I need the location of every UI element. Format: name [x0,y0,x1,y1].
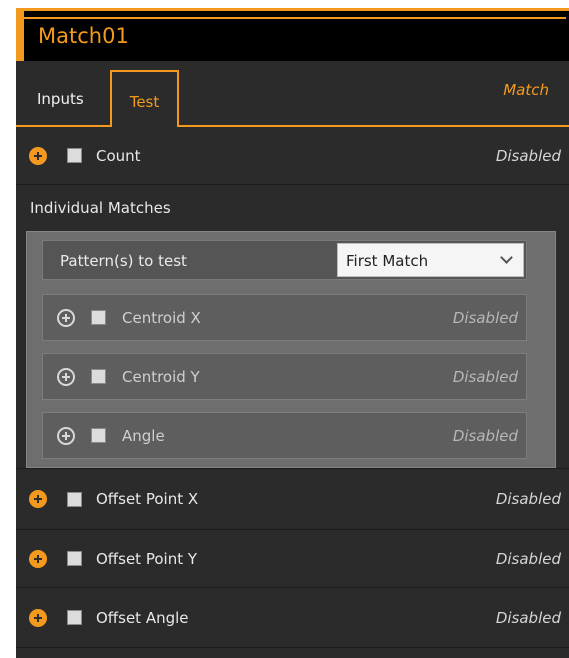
centroid-y-status: Disabled [452,367,518,386]
individual-matches-header: Individual Matches [16,185,569,231]
chevron-down-icon [500,251,513,264]
angle-checkbox[interactable] [91,428,106,443]
individual-matches-group: Pattern(s) to test First Match Centroid … [26,231,556,468]
offset-point-x-checkbox[interactable] [67,491,82,507]
offset-angle-checkbox[interactable] [67,610,82,625]
centroid-x-label: Centroid X [122,308,201,327]
offset-point-y-checkbox[interactable] [67,551,82,566]
offset-angle-label: Offset Angle [96,608,189,627]
offset-point-x-status: Disabled [495,490,561,508]
centroid-x-checkbox[interactable] [91,310,106,325]
angle-label: Angle [122,426,165,445]
offset-angle-status: Disabled [495,608,561,627]
row-offset-angle: Offset Angle Disabled [16,588,569,648]
centroid-x-status: Disabled [452,308,518,327]
count-status: Disabled [495,146,561,165]
expand-angle-icon[interactable] [57,426,75,445]
row-count: Count Disabled [16,127,569,185]
expand-offset-angle-icon[interactable] [29,608,47,627]
row-offset-point-y: Offset Point Y Disabled [16,530,569,588]
pattern-row: Pattern(s) to test First Match [42,240,527,280]
panel-title-text: Match01 [38,24,129,48]
context-label: Match [503,81,549,99]
expand-offset-point-y-icon[interactable] [29,549,47,568]
offset-point-y-status: Disabled [495,549,561,568]
row-centroid-y: Centroid Y Disabled [42,353,527,400]
row-offset-point-x: Offset Point X Disabled [16,468,569,530]
row-centroid-x: Centroid X Disabled [42,294,527,341]
offset-point-y-label: Offset Point Y [96,549,198,568]
tab-inputs[interactable]: Inputs [37,90,84,108]
pattern-selected-value: First Match [346,252,429,270]
angle-status: Disabled [452,426,518,445]
pattern-label: Pattern(s) to test [60,252,187,270]
individual-matches-label: Individual Matches [30,199,171,217]
count-label: Count [96,146,141,165]
count-checkbox[interactable] [67,148,82,163]
tab-test[interactable]: Test [110,70,179,127]
tab-bar: Inputs Test Match [16,61,569,127]
tab-test-label: Test [129,93,160,111]
offset-point-x-label: Offset Point X [96,490,199,508]
expand-centroid-y-icon[interactable] [57,367,75,386]
centroid-y-label: Centroid Y [122,367,200,386]
expand-count-icon[interactable] [29,146,47,165]
row-angle: Angle Disabled [42,412,527,459]
expand-centroid-x-icon[interactable] [57,308,75,327]
pattern-dropdown[interactable]: First Match [337,243,524,277]
match-tool-panel: Match01 Inputs Test Match Count Disabled… [16,8,569,658]
centroid-y-checkbox[interactable] [91,369,106,384]
expand-offset-point-x-icon[interactable] [29,490,47,508]
